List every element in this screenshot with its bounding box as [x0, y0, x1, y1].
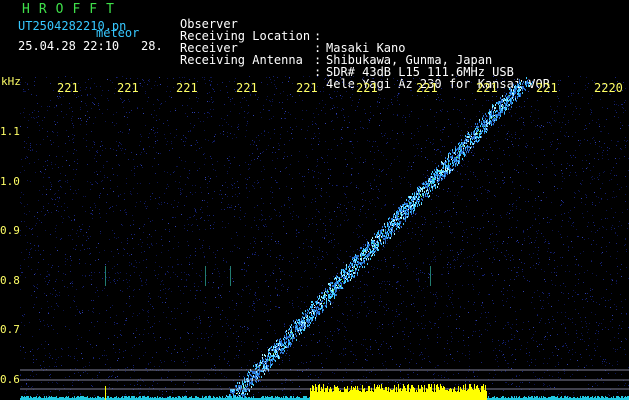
freq-tick-label: 0.7: [0, 323, 20, 336]
signal-level-bar: [20, 384, 629, 400]
time-tick-label: 221: [176, 81, 198, 95]
hrofft-window: HROFFT UT2504282210.pn meteor 25.04.28 2…: [0, 0, 629, 400]
spectrogram-canvas: [20, 76, 629, 400]
timestamp: 25.04.28 22:10: [18, 39, 120, 53]
spectrogram-waterfall: [20, 76, 629, 400]
interference-streak: [205, 266, 206, 286]
time-tick-label: 221: [296, 81, 318, 95]
interference-streak: [430, 266, 431, 286]
freq-tick-label: 0.6: [0, 373, 20, 386]
time-tick-label: 221: [536, 81, 558, 95]
time-tick-label: 221: [117, 81, 139, 95]
time-tick-label: 2220: [594, 81, 623, 95]
mode-label: meteor: [96, 26, 140, 40]
info-label: Receiving Antenna: [180, 53, 303, 67]
time-tick-label: 221: [476, 81, 498, 95]
time-tick-label: 221: [236, 81, 258, 95]
axis-unit-label: kHz: [1, 75, 21, 88]
noise-floor: [20, 76, 629, 400]
time-tick-label: 221: [356, 81, 378, 95]
time-tick-label: 221: [57, 81, 79, 95]
freq-tick-label: 0.8: [0, 274, 20, 287]
frame-number: 28.: [141, 39, 163, 53]
time-tick-label: 221: [416, 81, 438, 95]
interference-streak: [105, 266, 106, 286]
freq-tick-label: 0.9: [0, 224, 20, 237]
freq-tick-label: 1.1: [0, 125, 20, 138]
interference-streak: [230, 266, 231, 286]
app-title: HROFFT: [22, 2, 123, 17]
freq-tick-label: 1.0: [0, 175, 20, 188]
